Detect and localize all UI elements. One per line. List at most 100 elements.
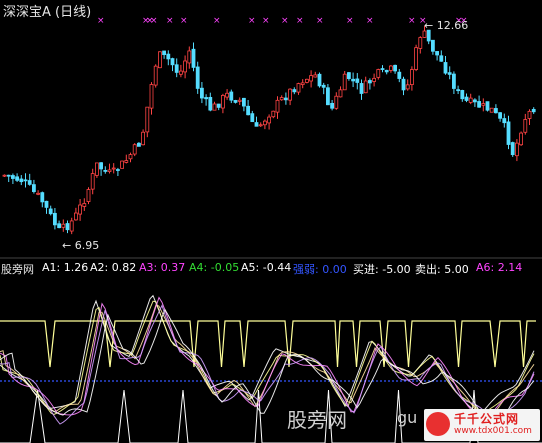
candle-body bbox=[82, 203, 87, 207]
candle-body bbox=[279, 97, 284, 101]
candle-body bbox=[472, 99, 477, 103]
candle-body bbox=[380, 68, 385, 70]
watermark-partial: gu bbox=[397, 408, 418, 427]
candle-body bbox=[19, 178, 24, 183]
candle-body bbox=[116, 169, 120, 171]
candle-body bbox=[325, 87, 330, 106]
watermark-badge: 千千公式网 www.tdx001.com bbox=[424, 409, 540, 441]
candlestick-chart[interactable]: × ××× × × × × × × × × × × × × ×× bbox=[0, 0, 542, 443]
candle-body bbox=[246, 105, 251, 116]
candle-body bbox=[170, 58, 175, 66]
candle-body bbox=[157, 51, 162, 69]
candle-body bbox=[124, 160, 129, 163]
candle-body bbox=[78, 204, 82, 215]
candle-body bbox=[6, 174, 11, 177]
sell-marker: × bbox=[296, 16, 304, 26]
candle-body bbox=[187, 50, 192, 64]
candle-body bbox=[401, 78, 406, 91]
candle-body bbox=[515, 142, 519, 157]
candle-body bbox=[447, 72, 452, 75]
candle-body bbox=[355, 78, 360, 83]
candle-body bbox=[292, 89, 297, 93]
candle-body bbox=[267, 116, 272, 124]
candle-body bbox=[44, 200, 49, 208]
candle-body bbox=[10, 175, 15, 179]
candle-body bbox=[523, 119, 528, 133]
candle-body bbox=[90, 173, 95, 190]
candle-body bbox=[40, 192, 45, 203]
candle-body bbox=[36, 192, 40, 195]
candle-body bbox=[330, 102, 335, 109]
candle-body bbox=[57, 223, 61, 229]
candle-body bbox=[485, 101, 490, 111]
sell-marker: × bbox=[366, 16, 374, 26]
candle-body bbox=[107, 169, 112, 173]
indicator-strength: 强弱: 0.00 bbox=[293, 263, 347, 276]
candle-body bbox=[418, 37, 423, 49]
candle-body bbox=[254, 122, 259, 127]
candle-body bbox=[296, 83, 301, 93]
sell-marker: × bbox=[316, 16, 324, 26]
candle-body bbox=[468, 97, 473, 103]
candle-body bbox=[27, 180, 32, 185]
candle-body bbox=[376, 69, 381, 78]
candle-body bbox=[460, 90, 465, 100]
candle-body bbox=[136, 142, 141, 147]
candle-body bbox=[53, 212, 57, 226]
candle-body bbox=[321, 84, 326, 88]
watermark-logo-text: 千千公式网 bbox=[454, 412, 520, 426]
indicator-buy: 买进: -5.00 bbox=[353, 263, 411, 276]
candle-body bbox=[191, 48, 196, 68]
candle-body bbox=[120, 160, 124, 169]
candle-body bbox=[166, 53, 171, 60]
indicator-legend: 股旁网 A1: 1.26 A2: 0.82 A3: 0.37 A4: -0.05… bbox=[0, 261, 542, 278]
candle-body bbox=[69, 220, 74, 232]
watermark-center: 股旁网 bbox=[287, 408, 347, 432]
candle-body bbox=[275, 99, 280, 113]
candle-body bbox=[199, 87, 204, 99]
candle-body bbox=[304, 78, 309, 83]
candle-body bbox=[111, 167, 116, 170]
candle-body bbox=[15, 176, 20, 181]
candle-body bbox=[351, 78, 356, 82]
candle-body bbox=[99, 162, 103, 170]
candle-body bbox=[153, 65, 158, 86]
watermark-site: www.tdx001.com bbox=[454, 426, 532, 436]
candle-body bbox=[174, 64, 179, 73]
indicator-a6: A6: 2.14 bbox=[476, 261, 523, 274]
sell-marker: × bbox=[262, 16, 270, 26]
indicator-a5: A5: -0.44 bbox=[241, 261, 292, 274]
candle-body bbox=[61, 223, 66, 228]
candle-body bbox=[258, 124, 263, 127]
candle-body bbox=[409, 69, 414, 85]
candle-body bbox=[271, 110, 276, 118]
indicator-a4: A4: -0.05 bbox=[189, 261, 240, 274]
candle-body bbox=[338, 89, 343, 98]
candle-body bbox=[334, 95, 339, 109]
candle-body bbox=[288, 88, 293, 101]
candle-body bbox=[317, 73, 322, 87]
sell-marker: × bbox=[150, 16, 158, 26]
candle-body bbox=[2, 174, 7, 177]
candle-body bbox=[372, 77, 377, 82]
candle-body bbox=[519, 132, 523, 146]
candle-body bbox=[489, 107, 494, 113]
candle-body bbox=[233, 100, 238, 103]
candle-body bbox=[74, 212, 78, 221]
candle-body bbox=[262, 120, 267, 126]
indicator-name: 股旁网 bbox=[1, 263, 34, 276]
candle-body bbox=[359, 83, 364, 94]
candle-body bbox=[32, 184, 36, 192]
candle-body bbox=[397, 71, 402, 79]
candle-body bbox=[65, 223, 70, 231]
sell-marker: × bbox=[248, 16, 256, 26]
candle-body bbox=[86, 189, 91, 202]
candle-body bbox=[141, 131, 146, 146]
sell-marker: × bbox=[281, 16, 289, 26]
candle-body bbox=[414, 47, 419, 70]
candle-body bbox=[309, 75, 314, 82]
sell-marker: × bbox=[97, 16, 105, 26]
candle-body bbox=[195, 66, 200, 89]
candle-body bbox=[506, 121, 511, 145]
indicator-a1: A1: 1.26 bbox=[42, 261, 89, 274]
